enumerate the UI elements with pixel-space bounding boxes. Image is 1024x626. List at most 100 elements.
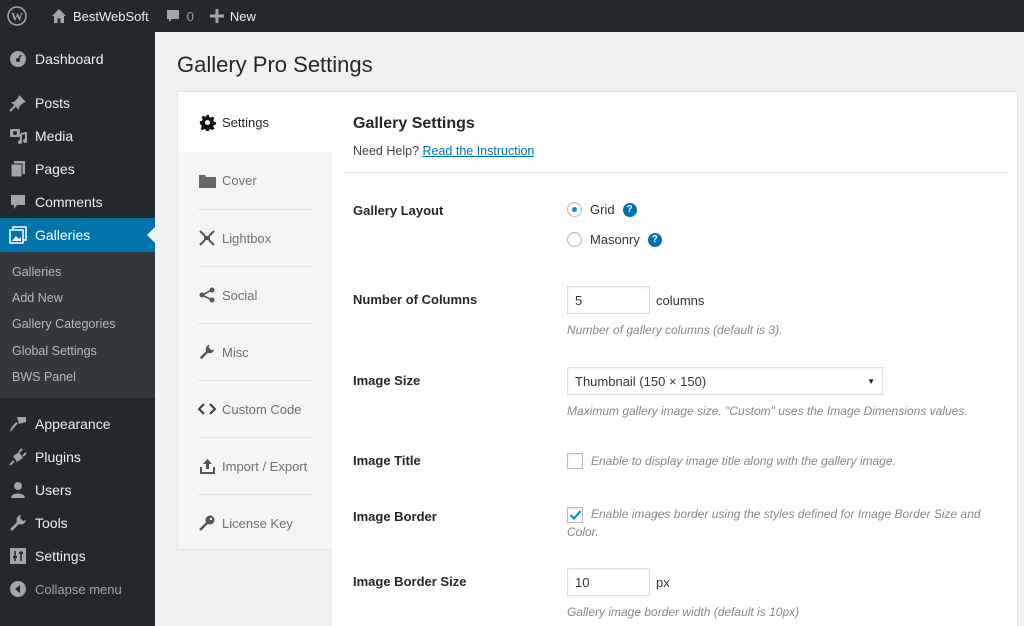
image-border-checkbox[interactable] <box>567 507 583 523</box>
image-title-description: Enable to display image title along with… <box>591 454 896 468</box>
sidebar-item-label: Galleries <box>35 227 91 243</box>
home-icon <box>51 8 67 24</box>
sidebar-item-label: Dashboard <box>35 50 104 67</box>
help-prefix: Need Help? <box>353 144 420 158</box>
tab-license-key[interactable]: License Key <box>198 494 312 551</box>
help-text: Need Help? Read the Instruction <box>353 144 534 158</box>
columns-label: Number of Columns <box>353 292 478 307</box>
section-title: Gallery Settings <box>353 115 475 132</box>
gallery-layout-label: Gallery Layout <box>353 203 444 218</box>
comment-icon <box>165 8 181 24</box>
site-name-link[interactable]: BestWebSoft <box>43 0 157 32</box>
sidebar-item-galleries[interactable]: Galleries <box>0 218 155 252</box>
submenu-item-add-new[interactable]: Add New <box>0 285 155 311</box>
key-icon <box>198 514 216 532</box>
border-size-control: 10 px <box>567 568 670 596</box>
pin-icon <box>8 93 28 113</box>
sidebar-item-label: Users <box>35 482 72 499</box>
sidebar-item-label: Comments <box>35 193 103 210</box>
tab-import-export[interactable]: Import / Export <box>198 437 312 494</box>
brush-icon <box>8 414 28 434</box>
new-content-button[interactable]: New <box>202 0 264 32</box>
submenu-item-gallery-categories[interactable]: Gallery Categories <box>0 311 155 337</box>
gear-icon <box>198 113 216 131</box>
image-size-select[interactable]: Thumbnail (150 × 150) ▼ <box>567 367 883 395</box>
tab-label: Import / Export <box>222 458 308 474</box>
read-instruction-link[interactable]: Read the Instruction <box>423 144 535 158</box>
tab-misc[interactable]: Misc <box>198 323 312 380</box>
gallery-icon <box>8 225 28 245</box>
collapse-menu-button[interactable]: Collapse menu <box>0 573 155 606</box>
settings-tabs: Settings Cover Lightbox Social Misc Cust… <box>177 91 334 551</box>
sidebar-item-appearance[interactable]: Appearance <box>0 408 155 441</box>
submenu-item-global-settings[interactable]: Global Settings <box>0 338 155 364</box>
border-size-label: Image Border Size <box>353 574 467 589</box>
layout-option-grid[interactable]: Grid ? <box>567 202 637 217</box>
help-icon[interactable]: ? <box>647 232 662 247</box>
wp-logo-button[interactable]: W <box>0 0 43 32</box>
tab-label: Custom Code <box>222 401 302 417</box>
masonry-radio[interactable] <box>567 232 582 247</box>
main-content: Gallery Pro Settings Settings Cover Ligh… <box>155 32 1024 626</box>
tab-label: Cover <box>222 173 257 188</box>
tab-label: Social <box>222 287 258 303</box>
divider <box>344 172 1009 173</box>
tab-cover[interactable]: Cover <box>198 152 312 209</box>
grid-label: Grid <box>590 202 615 217</box>
pages-icon <box>8 159 28 179</box>
dropdown-arrow-icon: ▼ <box>867 376 875 386</box>
sidebar-item-media[interactable]: Media <box>0 119 155 152</box>
wrench-icon <box>198 343 216 361</box>
tab-settings[interactable]: Settings <box>178 92 334 152</box>
tab-social[interactable]: Social <box>198 266 312 323</box>
sidebar-item-label: Settings <box>35 548 86 565</box>
image-border-label: Image Border <box>353 509 437 524</box>
new-label: New <box>229 8 256 24</box>
sidebar-item-pages[interactable]: Pages <box>0 152 155 185</box>
share-icon <box>198 286 216 304</box>
collapse-menu-label: Collapse menu <box>35 581 122 597</box>
sidebar-item-label: Posts <box>35 94 71 111</box>
masonry-label: Masonry <box>590 232 640 247</box>
sidebar-item-posts[interactable]: Posts <box>0 86 155 119</box>
tab-label: Misc <box>222 344 249 360</box>
galleries-submenu: Galleries Add New Gallery Categories Glo… <box>0 252 155 398</box>
sidebar-item-users[interactable]: Users <box>0 474 155 507</box>
settings-panel: Gallery Settings Need Help? Read the Ins… <box>332 91 1018 626</box>
expand-icon <box>198 229 216 247</box>
sidebar-item-label: Pages <box>35 160 75 177</box>
image-size-value: Thumbnail (150 × 150) <box>575 373 707 389</box>
image-size-label: Image Size <box>353 373 421 388</box>
sidebar-item-dashboard[interactable]: Dashboard <box>0 42 155 75</box>
sidebar-item-settings[interactable]: Settings <box>0 540 155 573</box>
plus-icon <box>209 9 224 23</box>
help-icon[interactable]: ? <box>622 202 637 217</box>
tab-label: License Key <box>222 515 293 531</box>
collapse-icon <box>8 579 28 599</box>
comments-link[interactable]: 0 <box>157 0 202 32</box>
sidebar-item-comments[interactable]: Comments <box>0 185 155 218</box>
wrench-icon <box>8 513 28 533</box>
layout-option-masonry[interactable]: Masonry ? <box>567 232 662 247</box>
grid-radio[interactable] <box>567 202 582 217</box>
border-size-description: Gallery image border width (default is 1… <box>567 605 800 619</box>
comments-count: 0 <box>186 8 194 24</box>
sidebar-item-tools[interactable]: Tools <box>0 507 155 540</box>
sidebar-item-label: Appearance <box>35 416 111 433</box>
svg-text:W: W <box>11 10 23 24</box>
sidebar-item-plugins[interactable]: Plugins <box>0 441 155 474</box>
submenu-item-bws-panel[interactable]: BWS Panel <box>0 364 155 390</box>
columns-description: Number of gallery columns (default is 3)… <box>567 323 783 337</box>
image-title-checkbox[interactable] <box>567 453 583 469</box>
sidebar-item-label: Tools <box>35 515 68 532</box>
site-name: BestWebSoft <box>73 8 149 24</box>
border-size-input[interactable]: 10 <box>567 568 650 596</box>
tab-lightbox[interactable]: Lightbox <box>198 209 312 266</box>
plug-icon <box>8 447 28 467</box>
columns-input[interactable]: 5 <box>567 286 650 314</box>
submenu-item-galleries[interactable]: Galleries <box>0 259 155 285</box>
tab-custom-code[interactable]: Custom Code <box>198 380 312 437</box>
wordpress-icon: W <box>7 6 27 26</box>
image-border-description: Enable images border using the styles de… <box>567 507 981 539</box>
code-icon <box>198 400 216 418</box>
